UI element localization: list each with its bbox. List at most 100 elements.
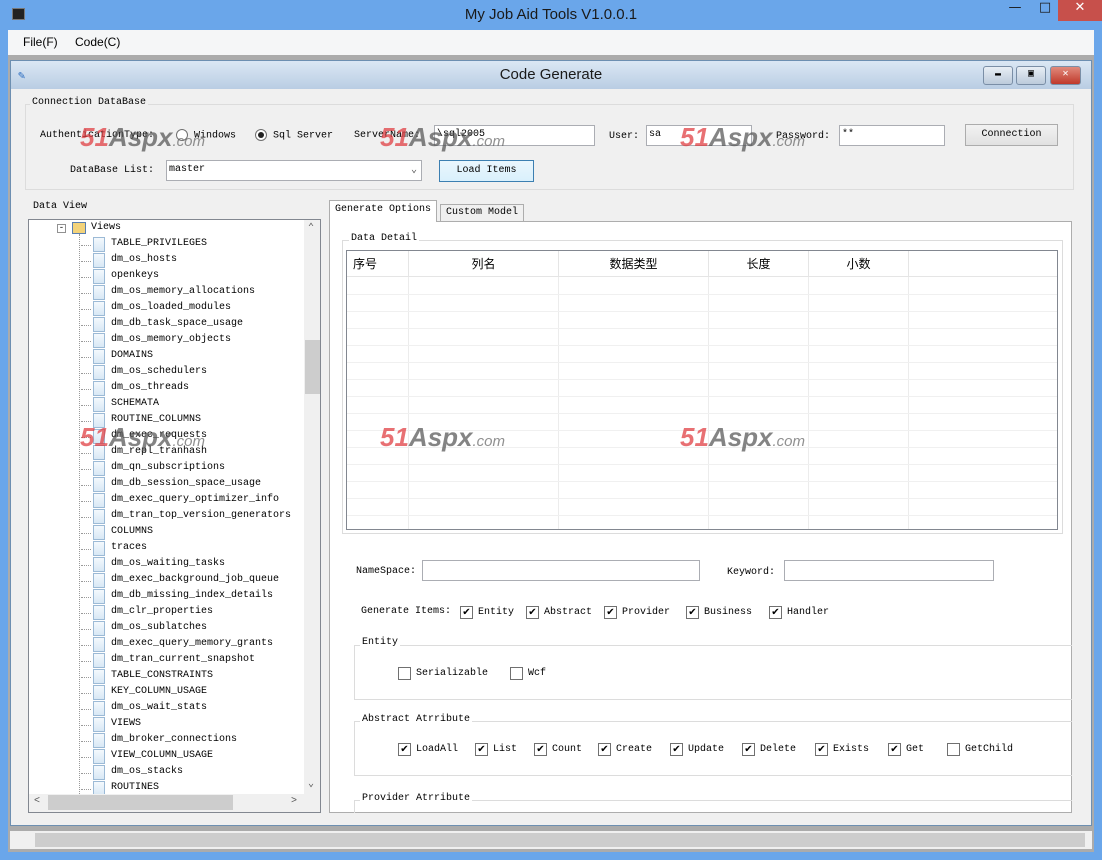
checkbox[interactable]: ✔ — [475, 743, 488, 756]
tree-item[interactable]: dm_db_task_space_usage — [29, 317, 299, 333]
menu-code[interactable]: Code(C) — [75, 35, 120, 49]
tree-item[interactable]: dm_os_schedulers — [29, 365, 299, 381]
tree-item[interactable]: dm_exec_background_job_queue — [29, 573, 299, 589]
auth-windows-radio[interactable]: Windows — [176, 129, 236, 142]
tree-item[interactable]: dm_os_threads — [29, 381, 299, 397]
checkbox-label[interactable]: Serializable — [416, 668, 488, 679]
checkbox-label[interactable]: Abstract — [544, 607, 592, 618]
tree-item[interactable]: dm_os_memory_allocations — [29, 285, 299, 301]
checkbox-label[interactable]: Count — [552, 744, 582, 755]
checkbox[interactable] — [398, 667, 411, 680]
radio-circle[interactable] — [255, 129, 267, 141]
checkbox-label[interactable]: Business — [704, 607, 752, 618]
checkbox[interactable]: ✔ — [598, 743, 611, 756]
connection-button[interactable]: Connection — [965, 124, 1058, 146]
checkbox-label[interactable]: List — [493, 744, 517, 755]
tree-root-views[interactable]: - Views — [29, 221, 299, 237]
checkbox-label[interactable]: Wcf — [528, 668, 546, 679]
tree-item[interactable]: SCHEMATA — [29, 397, 299, 413]
tree-item[interactable]: KEY_COLUMN_USAGE — [29, 685, 299, 701]
tree-item[interactable]: dm_exec_query_optimizer_info — [29, 493, 299, 509]
tree-horizontal-scrollbar[interactable]: < > — [29, 794, 320, 812]
checkbox[interactable]: ✔ — [604, 606, 617, 619]
maximize-button[interactable]: □ — [1030, 0, 1060, 21]
menu-file[interactable]: File(F) — [23, 35, 58, 49]
tree-item[interactable]: TABLE_CONSTRAINTS — [29, 669, 299, 685]
column-header[interactable]: 序号 — [347, 251, 409, 277]
h-scroll-thumb[interactable] — [48, 795, 233, 810]
tree-item[interactable]: VIEW_COLUMN_USAGE — [29, 749, 299, 765]
column-header[interactable]: 长度 — [709, 251, 809, 277]
auth-sqlserver-radio[interactable]: Sql Server — [255, 129, 333, 142]
tree-vertical-scrollbar[interactable]: ⌃ ⌄ — [304, 220, 320, 794]
tree-item[interactable]: traces — [29, 541, 299, 557]
radio-circle[interactable] — [176, 129, 188, 141]
data-detail-grid[interactable]: 序号 列名 数据类型 长度 小数 — [346, 250, 1058, 530]
data-view-tree[interactable]: - Views TABLE_PRIVILEGES dm_os_hosts openk… — [28, 219, 321, 813]
tree-item[interactable]: dm_exec_query_memory_grants — [29, 637, 299, 653]
scroll-up-arrow[interactable]: ⌃ — [308, 222, 314, 234]
minimize-button[interactable]: — — [1000, 0, 1030, 21]
checkbox-label[interactable]: Provider — [622, 607, 670, 618]
tree-item[interactable]: DOMAINS — [29, 349, 299, 365]
tree-item[interactable]: dm_os_waiting_tasks — [29, 557, 299, 573]
mdi-scroll-thumb[interactable] — [35, 833, 1085, 847]
scroll-right-arrow[interactable]: > — [291, 796, 297, 807]
tree-item[interactable]: dm_os_memory_objects — [29, 333, 299, 349]
server-input[interactable]: \sql2005 — [434, 125, 595, 146]
keyword-input[interactable] — [784, 560, 994, 581]
checkbox-label[interactable]: Exists — [833, 744, 869, 755]
scroll-down-arrow[interactable]: ⌄ — [308, 778, 314, 790]
scroll-left-arrow[interactable]: < — [34, 796, 40, 807]
tree-item[interactable]: dm_broker_connections — [29, 733, 299, 749]
child-restore-button[interactable]: ▣ — [1016, 66, 1046, 85]
tree-item[interactable]: dm_os_loaded_modules — [29, 301, 299, 317]
tree-item[interactable]: COLUMNS — [29, 525, 299, 541]
tree-item[interactable]: dm_db_session_space_usage — [29, 477, 299, 493]
column-header[interactable]: 数据类型 — [559, 251, 709, 277]
checkbox[interactable] — [947, 743, 960, 756]
namespace-input[interactable] — [422, 560, 700, 581]
checkbox[interactable]: ✔ — [888, 743, 901, 756]
tree-item[interactable]: dm_clr_properties — [29, 605, 299, 621]
checkbox[interactable]: ✔ — [670, 743, 683, 756]
tree-item[interactable]: TABLE_PRIVILEGES — [29, 237, 299, 253]
close-button[interactable]: ✕ — [1058, 0, 1102, 21]
checkbox-label[interactable]: Create — [616, 744, 652, 755]
tree-item[interactable]: dm_os_sublatches — [29, 621, 299, 637]
tree-item[interactable]: ROUTINE_COLUMNS — [29, 413, 299, 429]
checkbox[interactable]: ✔ — [769, 606, 782, 619]
tab-custom-model[interactable]: Custom Model — [440, 204, 525, 222]
tab-generate-options[interactable]: Generate Options — [329, 200, 438, 222]
collapse-icon[interactable]: - — [57, 224, 66, 233]
checkbox-label[interactable]: LoadAll — [416, 744, 458, 755]
checkbox[interactable]: ✔ — [686, 606, 699, 619]
checkbox[interactable]: ✔ — [534, 743, 547, 756]
child-minimize-button[interactable]: ▬ — [983, 66, 1013, 85]
column-header[interactable]: 小数 — [809, 251, 909, 277]
tree-item[interactable]: dm_os_stacks — [29, 765, 299, 781]
checkbox[interactable]: ✔ — [742, 743, 755, 756]
checkbox-label[interactable]: Handler — [787, 607, 829, 618]
tree-item[interactable]: dm_repl_tranhash — [29, 445, 299, 461]
checkbox-label[interactable]: Update — [688, 744, 724, 755]
tree-item[interactable]: dm_qn_subscriptions — [29, 461, 299, 477]
load-items-button[interactable]: Load Items — [439, 160, 534, 182]
mdi-horizontal-scrollbar[interactable] — [10, 831, 1092, 849]
tree-item[interactable]: dm_tran_top_version_generators — [29, 509, 299, 525]
scroll-thumb[interactable] — [305, 340, 320, 394]
checkbox-label[interactable]: Delete — [760, 744, 796, 755]
column-header[interactable]: 列名 — [409, 251, 559, 277]
tree-item[interactable]: dm_db_missing_index_details — [29, 589, 299, 605]
checkbox[interactable]: ✔ — [526, 606, 539, 619]
checkbox[interactable]: ✔ — [398, 743, 411, 756]
checkbox[interactable] — [510, 667, 523, 680]
checkbox-label[interactable]: Get — [906, 744, 924, 755]
password-input[interactable]: ** — [839, 125, 945, 146]
db-list-select[interactable]: master ⌄ — [166, 160, 422, 181]
tree-item[interactable]: openkeys — [29, 269, 299, 285]
checkbox-label[interactable]: Entity — [478, 607, 514, 618]
user-input[interactable]: sa — [646, 125, 752, 146]
checkbox[interactable]: ✔ — [815, 743, 828, 756]
tree-item[interactable]: dm_tran_current_snapshot — [29, 653, 299, 669]
